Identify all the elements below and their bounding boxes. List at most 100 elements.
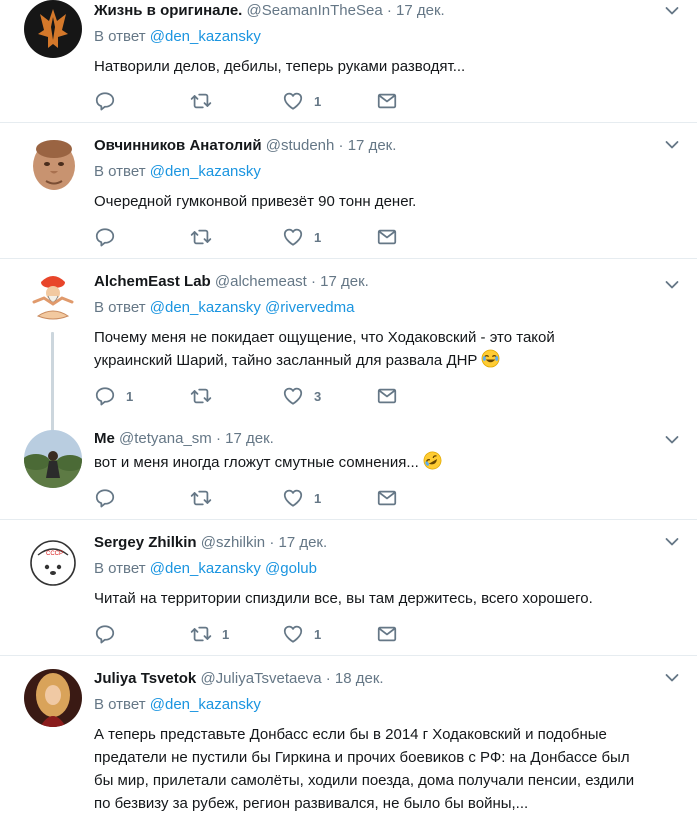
like-count: 1 [314, 229, 322, 245]
timestamp[interactable]: 17 дек. [320, 273, 369, 290]
display-name[interactable]: Me [94, 430, 115, 447]
timestamp[interactable]: 17 дек. [278, 534, 327, 551]
avatar[interactable] [24, 430, 82, 488]
reply-count: 1 [126, 388, 134, 404]
avatar[interactable] [24, 669, 82, 727]
avatar[interactable] [24, 136, 82, 194]
tweet-text: Очередной гумконвой привезёт 90 тонн ден… [94, 190, 657, 213]
reply-context: В ответ @den_kazansky [94, 695, 687, 715]
tweet-actions: 1 [94, 90, 474, 112]
timestamp[interactable]: 17 дек. [396, 2, 445, 19]
user-handle[interactable]: @alchemeast [215, 273, 307, 290]
tweet-text-line: Почему меня не покидает ощущение, что Хо… [94, 329, 555, 346]
direct-message-button[interactable] [376, 623, 398, 645]
reply-context: В ответ @den_kazansky @golub [94, 559, 657, 579]
retweet-button[interactable] [190, 487, 222, 509]
reply-context: В ответ @den_kazansky [94, 162, 657, 182]
retweet-count: 1 [222, 626, 230, 642]
chevron-down-icon[interactable] [665, 6, 679, 16]
tweet-text-line: Натворили делов, дебилы, теперь руками р… [94, 58, 466, 75]
reply-button[interactable] [94, 226, 126, 248]
direct-message-button[interactable] [376, 385, 398, 407]
display-name[interactable]: AlchemEast Lab [94, 273, 211, 290]
chevron-down-icon[interactable] [665, 435, 679, 445]
user-handle[interactable]: @JuliyaTsvetaeva [200, 670, 321, 687]
avatar[interactable] [24, 268, 82, 326]
chevron-down-icon[interactable] [665, 537, 679, 547]
chevron-down-icon[interactable] [665, 280, 679, 290]
reply-prefix: В ответ [94, 696, 146, 713]
retweet-arrows-icon [190, 487, 212, 509]
retweet-button[interactable] [190, 90, 222, 112]
tweet-header: Juliya Tsvetok @JuliyaTsvetaeva · 18 дек… [94, 669, 687, 689]
reply-context: В ответ @den_kazansky @rivervedma [94, 298, 657, 318]
tweet-header: Овчинников Анатолий @studenh · 17 дек. [94, 136, 657, 156]
separator-dot: · [338, 137, 344, 154]
like-count: 1 [314, 626, 322, 642]
chevron-down-icon[interactable] [665, 140, 679, 150]
mention-link[interactable]: @golub [265, 560, 317, 577]
direct-message-button[interactable] [376, 226, 398, 248]
separator-dot: · [215, 430, 221, 447]
speech-bubble-icon [94, 487, 116, 509]
tweet-header: Me @tetyana_sm · 17 дек. [94, 429, 657, 449]
tweet-text-line: бы мир, прилетали самолёты, ходили поезд… [94, 772, 635, 789]
like-count: 3 [314, 388, 322, 404]
tweet-text: Почему меня не покидает ощущение, что Хо… [94, 326, 657, 372]
like-button[interactable]: 1 [282, 90, 321, 112]
reply-button[interactable] [94, 90, 126, 112]
heart-icon [282, 623, 304, 645]
like-count: 1 [314, 93, 322, 109]
tweet[interactable]: Жизнь в оригинале. @SeamanInTheSea · 17 … [0, 0, 697, 123]
reply-button[interactable]: 1 [94, 385, 133, 407]
reply-button[interactable] [94, 623, 126, 645]
direct-message-button[interactable] [376, 90, 398, 112]
mention-link[interactable]: @den_kazansky [150, 299, 261, 316]
timestamp[interactable]: 17 дек. [225, 430, 274, 447]
like-button[interactable]: 1 [282, 226, 321, 248]
tweet[interactable]: СССР Sergey Zhilkin @szhilkin · 17 дек. … [0, 521, 697, 656]
mention-link[interactable]: @den_kazansky [150, 696, 261, 713]
timestamp[interactable]: 17 дек. [348, 137, 397, 154]
user-handle[interactable]: @szhilkin [201, 534, 265, 551]
display-name[interactable]: Овчинников Анатолий [94, 137, 262, 154]
mention-link[interactable]: @den_kazansky [150, 28, 261, 45]
avatar[interactable] [24, 0, 82, 58]
tweet-actions: 1 [94, 226, 474, 248]
retweet-arrows-icon [190, 226, 212, 248]
mention-link[interactable]: @rivervedma [265, 299, 354, 316]
retweet-button[interactable] [190, 226, 222, 248]
reply-button[interactable] [94, 487, 126, 509]
speech-bubble-icon [94, 226, 116, 248]
user-handle[interactable]: @SeamanInTheSea [247, 2, 383, 19]
tweet-actions: 1 1 [94, 623, 474, 645]
retweet-button[interactable] [190, 385, 222, 407]
timestamp[interactable]: 18 дек. [335, 670, 384, 687]
tweet[interactable]: Juliya Tsvetok @JuliyaTsvetaeva · 18 дек… [0, 657, 697, 821]
heart-icon [282, 487, 304, 509]
tweet[interactable]: Me @tetyana_sm · 17 дек. вот и меня иног… [0, 420, 697, 520]
reply-prefix: В ответ [94, 163, 146, 180]
retweet-button[interactable]: 1 [190, 623, 229, 645]
tweet[interactable]: Овчинников Анатолий @studenh · 17 дек. В… [0, 124, 697, 259]
tweet-text-fragment: украинский Шарий, тайно засланный для ра… [94, 352, 478, 369]
heart-icon [282, 90, 304, 112]
display-name[interactable]: Sergey Zhilkin [94, 534, 197, 551]
direct-message-button[interactable] [376, 487, 398, 509]
svg-text:СССР: СССР [46, 551, 63, 557]
user-handle[interactable]: @studenh [266, 137, 335, 154]
like-button[interactable]: 1 [282, 623, 321, 645]
display-name[interactable]: Жизнь в оригинале. [94, 2, 242, 19]
tweet-text: Читай на территории спиздили все, вы там… [94, 587, 657, 610]
tweet-text-line: предатели не пустили бы Гиркина и прочих… [94, 749, 630, 766]
mention-link[interactable]: @den_kazansky [150, 560, 261, 577]
tweet[interactable]: AlchemEast Lab @alchemeast · 17 дек. В о… [0, 260, 697, 487]
reply-prefix: В ответ [94, 299, 146, 316]
display-name[interactable]: Juliya Tsvetok [94, 670, 196, 687]
mention-link[interactable]: @den_kazansky [150, 163, 261, 180]
like-button[interactable]: 1 [282, 487, 321, 509]
avatar[interactable]: СССР [24, 533, 82, 591]
heart-icon [282, 226, 304, 248]
like-button[interactable]: 3 [282, 385, 321, 407]
user-handle[interactable]: @tetyana_sm [119, 430, 212, 447]
